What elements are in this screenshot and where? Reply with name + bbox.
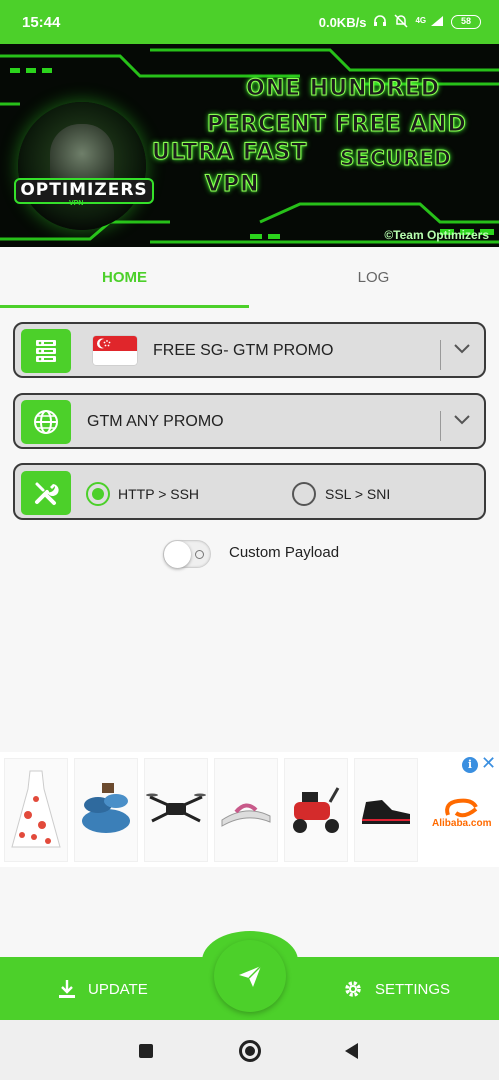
banner-credit: ©Team Optimizers [384, 228, 489, 242]
tab-bar: HOME LOG [0, 247, 499, 309]
server-icon [21, 329, 71, 373]
singapore-flag-icon [93, 336, 137, 365]
tagline-5: VPN [205, 172, 260, 198]
status-time: 15:44 [22, 13, 61, 31]
divider [440, 411, 441, 441]
logo-subtitle: VPN [69, 200, 84, 207]
toggle-knob [164, 541, 191, 568]
tagline-2: PERCENT FREE AND [207, 112, 467, 138]
radio-label-http-ssh[interactable]: HTTP > SSH [118, 482, 199, 506]
protocol-selector: HTTP > SSH SSL > SNI [13, 463, 486, 520]
home-nav-icon[interactable] [239, 1040, 261, 1062]
settings-button[interactable]: SETTINGS [343, 976, 450, 1002]
chevron-down-icon[interactable] [451, 338, 473, 360]
ad-close-icon[interactable]: ✕ [481, 753, 496, 774]
back-nav-icon[interactable] [345, 1043, 358, 1059]
download-icon [59, 980, 75, 998]
send-icon [239, 965, 262, 987]
signal-icon: 4G [415, 14, 444, 30]
radio-label-ssl-sni[interactable]: SSL > SNI [325, 482, 390, 506]
ad-advertiser-text: Alibaba.com [432, 818, 492, 829]
ad-item-drone[interactable] [144, 758, 208, 862]
recent-apps-icon[interactable] [139, 1044, 153, 1058]
ad-item-tricycle[interactable] [284, 758, 348, 862]
tools-icon [21, 471, 71, 515]
radio-http-ssh[interactable] [86, 482, 110, 506]
gear-icon [345, 981, 361, 997]
payload-value: GTM ANY PROMO [87, 413, 224, 430]
tab-log[interactable]: LOG [249, 247, 498, 309]
mute-bell-icon [394, 13, 408, 31]
ad-item-sandals[interactable] [214, 758, 278, 862]
ad-item-dress[interactable] [4, 758, 68, 862]
tagline-3: ULTRA FAST [151, 140, 308, 166]
tab-indicator [0, 305, 249, 308]
status-bar: 15:44 0.0KB/s 4G 58 [0, 0, 499, 44]
tagline-1: ONE HUNDRED [246, 76, 440, 102]
update-button[interactable]: UPDATE [58, 976, 148, 1002]
ad-info-icon[interactable]: i [462, 757, 478, 773]
chevron-down-icon[interactable] [451, 409, 473, 431]
ad-banner[interactable]: i ✕ [0, 752, 499, 867]
custom-payload-label: Custom Payload [229, 544, 340, 561]
server-select[interactable]: FREE SG- GTM PROMO [13, 322, 486, 378]
settings-label: SETTINGS [375, 980, 451, 998]
divider [440, 340, 441, 370]
toggle-off-indicator [195, 550, 204, 559]
tab-home[interactable]: HOME [0, 247, 249, 309]
ad-item-cookware[interactable] [74, 758, 138, 862]
radio-ssl-sni[interactable] [292, 482, 316, 506]
network-type: 4G [415, 16, 427, 25]
system-navigation-bar [0, 1020, 499, 1080]
status-indicators: 0.0KB/s 4G 58 [318, 13, 481, 31]
payload-select[interactable]: GTM ANY PROMO [13, 393, 486, 449]
update-label: UPDATE [88, 980, 148, 998]
battery-icon: 58 [451, 15, 481, 29]
ad-item-sneaker[interactable] [354, 758, 418, 862]
connect-button[interactable] [214, 940, 286, 1012]
custom-payload-toggle[interactable] [163, 540, 211, 568]
server-value: FREE SG- GTM PROMO [153, 342, 334, 359]
globe-icon [21, 400, 71, 444]
headset-icon [373, 14, 387, 31]
tagline-4: SECURED [340, 146, 452, 171]
network-speed: 0.0KB/s [318, 14, 367, 30]
logo-title: OPTIMIZERS [14, 178, 154, 204]
